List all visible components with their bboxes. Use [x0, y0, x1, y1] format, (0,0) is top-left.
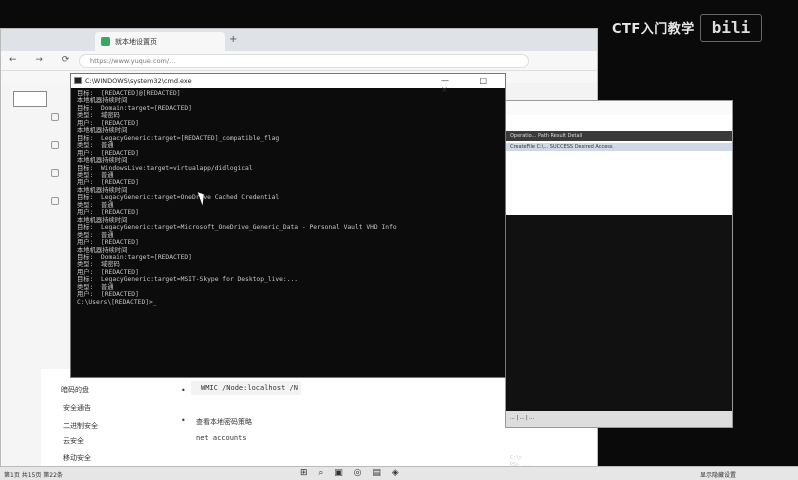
home-icon[interactable] [51, 113, 59, 121]
grid-row[interactable]: CreateFile C:\... SUCCESS Desired Access [506, 143, 732, 151]
cmd-line: 类型: 普通 [77, 283, 114, 291]
cmd-line: 目标: Domain:target=[REDACTED] [77, 253, 192, 261]
taskbar-icons[interactable]: ⊞ ⌕ ▣ ◎ ▤ ◈ [300, 468, 403, 478]
address-bar-row: ← → ⟳ https://www.yuque.com/... [1, 51, 597, 71]
bookmark-icon[interactable] [51, 169, 59, 177]
watermark-text: CTF入门教学 [612, 22, 695, 37]
desktop: CTF入门教学 bili 就本地设置页 + ← → ⟳ https://www.… [0, 0, 798, 480]
new-tab-button[interactable]: + [229, 34, 237, 45]
tool-grid: Operatio... Path Result Detail CreateFil… [506, 115, 732, 215]
cmd-line: 本地机器持续时间 [77, 246, 128, 254]
taskbar: 第1页 共15页 第22条 ⊞ ⌕ ▣ ◎ ▤ ◈ 显示隐藏设置 [0, 466, 798, 480]
cmd-line: 类型: 域密码 [77, 112, 120, 120]
cmd-line: 用户: [REDACTED] [77, 209, 139, 217]
grid-header: Operatio... Path Result Detail [506, 131, 732, 141]
yuque-icon [101, 37, 110, 46]
tool-toolbar [506, 101, 732, 115]
cmd-line: 目标: WindowsLive:target=virtualapp/didlog… [77, 164, 253, 172]
tab-active[interactable]: 就本地设置页 [95, 32, 225, 51]
code-block: net accounts [196, 434, 247, 442]
cmd-window[interactable]: C:\WINDOWS\system32\cmd.exe — □ × 目标: [R… [70, 73, 506, 378]
cmd-line: 本地机器持续时间 [77, 127, 128, 135]
cmd-line: 用户: [REDACTED] [77, 149, 139, 157]
tool-statusbar: ... | ... | ... [506, 411, 732, 427]
cmd-line: C:\Users\[REDACTED]>_ [77, 298, 157, 306]
tab-bar: 就本地设置页 + [1, 29, 597, 51]
cmd-line: 目标: [REDACTED]@[REDACTED] [77, 90, 181, 97]
bullet: • [181, 416, 186, 425]
cmd-line: 目标: Domain:target=[REDACTED] [77, 104, 192, 112]
cmd-title: C:\WINDOWS\system32\cmd.exe [85, 77, 192, 85]
cmd-line: 类型: 普通 [77, 142, 114, 150]
tool-terminal[interactable]: C:\>PS> ...本地机器持续时间 [506, 215, 732, 475]
cmd-line: 用户: [REDACTED] [77, 291, 139, 299]
cmd-line: 类型: 普通 [77, 231, 114, 239]
cmd-line: 用户: [REDACTED] [77, 239, 139, 247]
cmd-icon [74, 77, 82, 84]
history-icon[interactable] [51, 197, 59, 205]
url-field[interactable]: https://www.yuque.com/... [79, 54, 529, 68]
cmd-line: 用户: [REDACTED] [77, 179, 139, 187]
cmd-line: 目标: LegacyGeneric:target=MSIT-Skype for … [77, 276, 299, 284]
cmd-line: 本地机器持续时间 [77, 157, 128, 165]
nav-buttons[interactable]: ← → ⟳ [9, 55, 77, 65]
menu-item[interactable]: 移动安全 [63, 453, 91, 463]
menu-item[interactable]: 云安全 [63, 436, 84, 446]
tool-terminal-line: C:\> [510, 455, 523, 461]
cmd-line: 类型: 普通 [77, 171, 114, 179]
cmd-line: 目标: LegacyGeneric:target=[REDACTED]_comp… [77, 134, 280, 142]
bullet: • [181, 386, 186, 395]
tab-title: 就本地设置页 [115, 38, 157, 46]
search-icon[interactable] [51, 141, 59, 149]
menu-item[interactable]: 暗码的盘 [61, 385, 89, 395]
cmd-line: 本地机器持续时间 [77, 97, 128, 105]
bilibili-logo: bili [700, 14, 762, 42]
cmd-line: 类型: 普通 [77, 201, 114, 209]
taskbar-status: 第1页 共15页 第22条 [4, 472, 63, 479]
menu-item[interactable]: 安全通告 [63, 403, 91, 413]
menu-item[interactable]: 二进制安全 [63, 421, 98, 431]
cmd-line: 目标: LegacyGeneric:target=Microsoft_OneDr… [77, 224, 397, 232]
cmd-line: 用户: [REDACTED] [77, 119, 139, 127]
sidebar-toggle-button[interactable] [13, 91, 47, 107]
cmd-line: 目标: LegacyGeneric:target=OneDrive Cached… [77, 194, 280, 202]
doc-text: 查看本地密码策略 [196, 418, 252, 426]
tool-window: Operatio... Path Result Detail CreateFil… [505, 100, 733, 475]
cmd-titlebar[interactable]: C:\WINDOWS\system32\cmd.exe — □ × [71, 74, 505, 94]
cmd-line: 类型: 域密码 [77, 261, 120, 269]
cmd-output[interactable]: 目标: [REDACTED]@[REDACTED] 本地机器持续时间 目标: Dom… [77, 90, 497, 376]
code-block: WMIC /Node:localhost /N [191, 381, 301, 395]
taskbar-tray[interactable]: 显示隐藏设置 [700, 470, 736, 479]
